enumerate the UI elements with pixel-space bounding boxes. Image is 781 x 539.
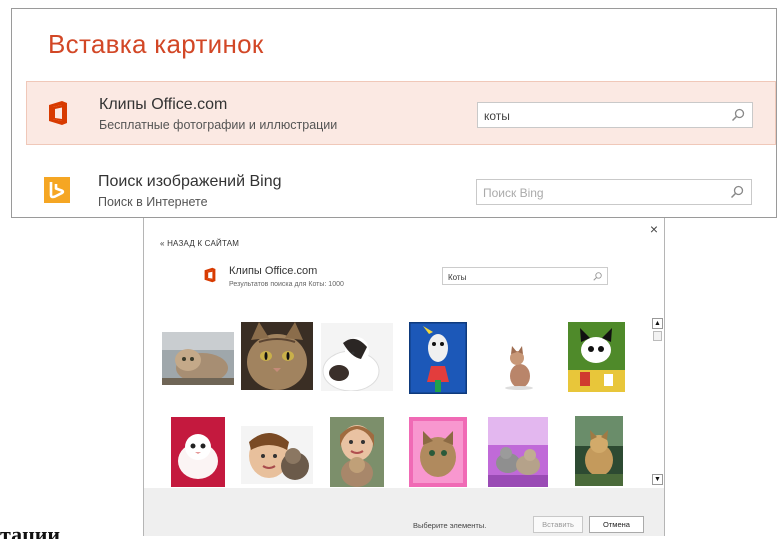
search-icon[interactable] (729, 184, 745, 200)
source-description: Поиск в Интернете (98, 195, 208, 209)
bing-search-box[interactable] (476, 179, 752, 205)
office-search-input[interactable] (484, 107, 714, 125)
thumbnail-9[interactable] (330, 417, 384, 487)
dialog-title: Вставка картинок (48, 29, 264, 59)
bing-icon (44, 177, 70, 203)
scroll-down-icon[interactable]: ▼ (652, 474, 663, 485)
back-to-sites-link[interactable]: « НАЗАД К САЙТАМ (160, 239, 239, 248)
results-scrollbar[interactable]: ▲ ▼ (652, 318, 664, 488)
source-row-bing[interactable]: Поиск изображений Bing Поиск в Интернете (26, 159, 776, 223)
background-text: тации (0, 522, 61, 539)
dialog-footer: Выберите элементы. Вставить Отмена (144, 488, 664, 536)
search-icon[interactable] (592, 271, 603, 282)
office-search-box[interactable] (477, 102, 753, 128)
close-icon[interactable]: × (650, 221, 658, 237)
thumbnail-1[interactable] (162, 332, 234, 385)
results-search-box[interactable] (442, 267, 608, 285)
results-count: Результатов поиска для Коты: 1000 (229, 281, 344, 288)
thumbnail-12[interactable] (575, 416, 623, 486)
cancel-button[interactable]: Отмена (589, 516, 644, 533)
search-results-dialog: × « НАЗАД К САЙТАМ Клипы Office.com Резу… (143, 218, 665, 536)
scroll-up-icon[interactable]: ▲ (652, 318, 663, 329)
thumbnail-5[interactable] (502, 346, 536, 390)
source-name: Поиск изображений Bing (98, 173, 282, 190)
source-description: Бесплатные фотографии и иллюстрации (99, 118, 338, 132)
thumbnail-8[interactable] (241, 426, 313, 484)
source-name: Клипы Office.com (99, 96, 228, 113)
source-row-office[interactable]: Клипы Office.com Бесплатные фотографии и… (26, 81, 776, 145)
thumbnail-10[interactable] (409, 417, 467, 487)
office-icon (204, 267, 216, 283)
scroll-thumb[interactable] (653, 331, 662, 341)
thumbnail-3[interactable] (321, 323, 393, 391)
thumbnail-4[interactable] (409, 322, 467, 394)
results-source-name: Клипы Office.com (229, 265, 318, 277)
thumbnail-2[interactable] (241, 322, 313, 390)
thumbnail-7[interactable] (171, 417, 225, 487)
insert-pictures-dialog: Вставка картинок Клипы Office.com Беспла… (11, 8, 777, 218)
office-icon (49, 101, 67, 125)
bing-search-input[interactable] (483, 184, 713, 202)
search-icon[interactable] (730, 107, 746, 123)
insert-button[interactable]: Вставить (533, 516, 583, 533)
thumbnail-6[interactable] (568, 322, 625, 392)
results-search-input[interactable] (448, 271, 588, 283)
thumbnail-11[interactable] (488, 417, 548, 487)
selection-hint: Выберите элементы. (413, 521, 487, 530)
